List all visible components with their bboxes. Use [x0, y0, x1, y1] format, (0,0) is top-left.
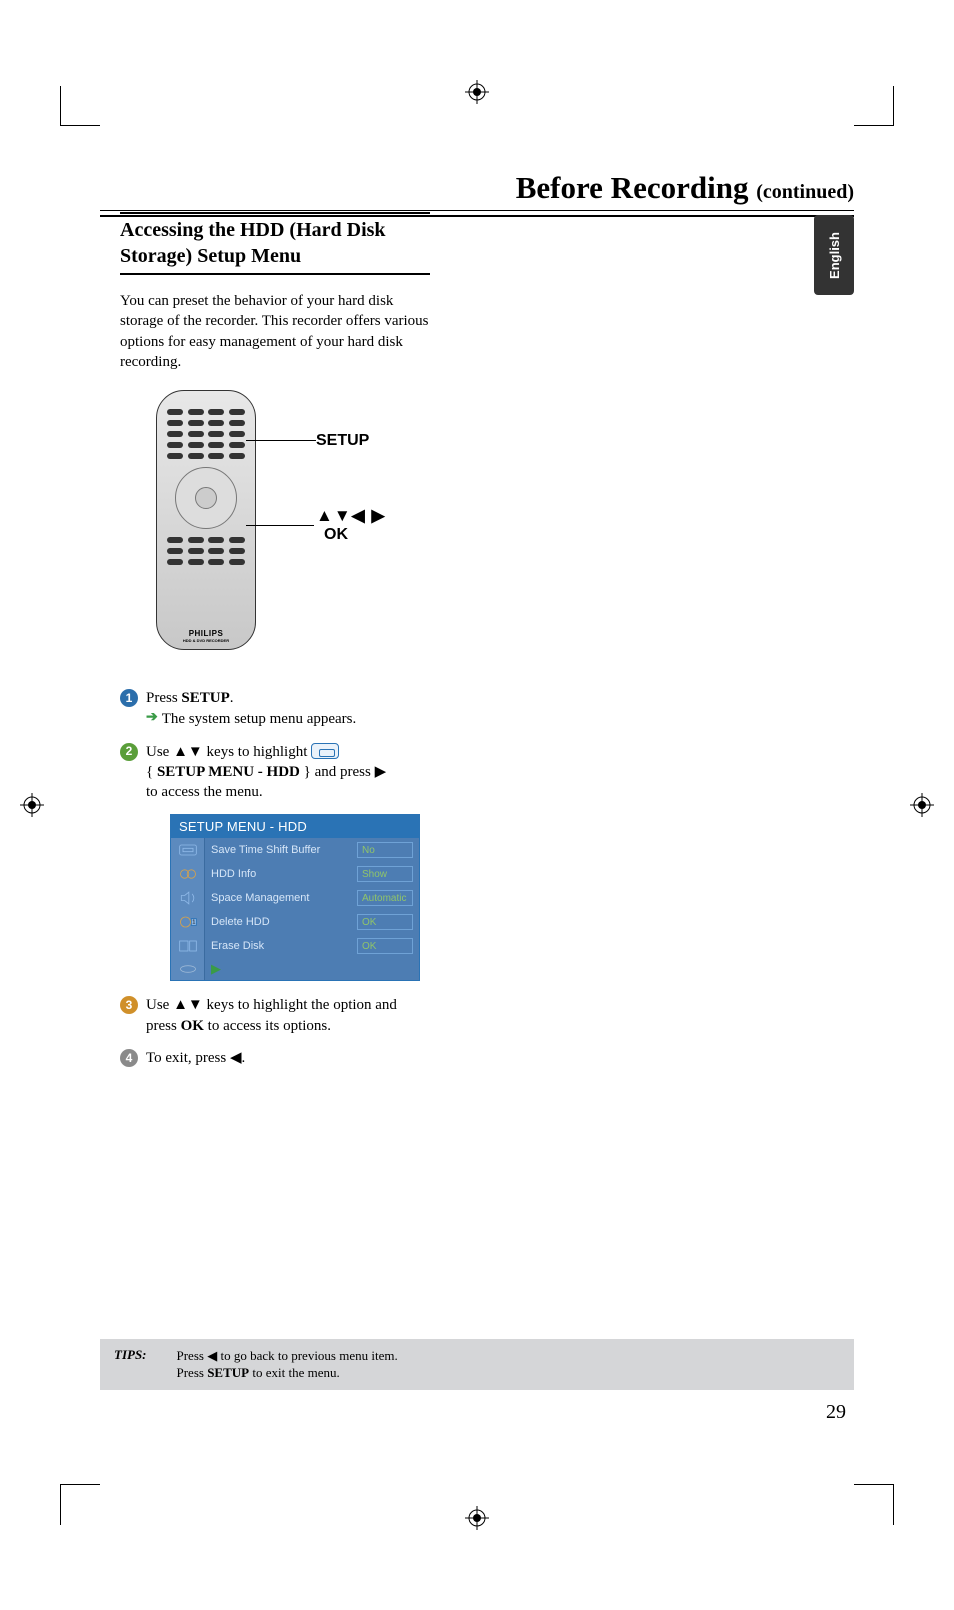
divider [100, 210, 854, 211]
section-title-suffix: (continued) [756, 181, 854, 203]
step1-text-b: . [230, 690, 234, 706]
menu-icon-disc [171, 958, 205, 980]
page-number: 29 [826, 1401, 846, 1424]
hdd-menu-icon [311, 743, 339, 759]
step-number-1: 1 [120, 689, 138, 707]
remote-label-ok: OK [324, 526, 348, 544]
remote-brand: PHILIPS HDD & DVD RECORDER [157, 629, 255, 643]
remote-body: PHILIPS HDD & DVD RECORDER [156, 390, 256, 650]
step2-brace-close: } and press [300, 764, 375, 780]
svg-text:1: 1 [192, 920, 195, 926]
crop-mark [60, 125, 100, 126]
step3-c: to access its options. [204, 1018, 331, 1034]
step4-a: To exit, press [146, 1050, 230, 1066]
step-3: 3 Use ▲▼ keys to highlight the option an… [120, 995, 430, 1036]
language-tab-label: English [827, 232, 842, 279]
setup-menu-box: SETUP MENU - HDD Save Time Shift Buffer … [170, 814, 420, 981]
tips-label: TIPS: [114, 1347, 147, 1363]
leader-line [246, 440, 316, 441]
tips-line1-a: Press [177, 1348, 208, 1363]
left-arrow-icon: ◀ [207, 1348, 217, 1363]
menu-icon-reel [171, 862, 205, 886]
step-number-3: 3 [120, 996, 138, 1014]
left-arrow-icon: ◀ [230, 1049, 242, 1066]
step1-setup: SETUP [181, 690, 229, 706]
menu-row: Erase Disk OK [171, 934, 419, 958]
step2-line3: to access the menu. [146, 782, 430, 802]
step-2: 2 Use ▲▼ keys to highlight { SETUP MENU … [120, 742, 430, 803]
remote-illustration: PHILIPS HDD & DVD RECORDER SETUP ▲▼◀ ▶ O… [156, 390, 430, 670]
left-column: Accessing the HDD (Hard Disk Storage) Se… [120, 212, 430, 1080]
right-arrow-icon: ▶ [375, 763, 387, 780]
language-tab: English [814, 215, 854, 295]
tips-text: Press ◀ to go back to previous menu item… [177, 1347, 398, 1382]
up-down-keys-icon: ▲▼ [173, 996, 203, 1013]
dpad-icon [175, 467, 237, 529]
step-number-2: 2 [120, 743, 138, 761]
menu-row: HDD Info Show [171, 862, 419, 886]
remote-brand-sub: HDD & DVD RECORDER [157, 638, 255, 643]
menu-row: 1 Delete HDD OK [171, 910, 419, 934]
registration-mark-icon [465, 1506, 489, 1530]
step4-b: . [241, 1050, 245, 1066]
registration-mark-icon [910, 793, 934, 817]
crop-mark [854, 1484, 894, 1485]
tips-line1-b: to go back to previous menu item. [217, 1348, 398, 1363]
remote-label-setup: SETUP [316, 432, 369, 450]
menu-arrow-icon: ▶ [205, 958, 419, 980]
menu-value: Show [357, 866, 413, 882]
crop-mark [854, 125, 894, 126]
menu-label: Delete HDD [205, 916, 357, 928]
intro-paragraph: You can preset the behavior of your hard… [120, 291, 430, 372]
menu-row: Space Management Automatic [171, 886, 419, 910]
registration-mark-icon [465, 80, 489, 104]
menu-label: HDD Info [205, 868, 357, 880]
step-4: 4 To exit, press ◀. [120, 1048, 430, 1068]
menu-icon-hdd [171, 838, 205, 862]
menu-value: OK [357, 938, 413, 954]
section-title-main: Before Recording [516, 170, 756, 205]
step2-menu-label: SETUP MENU - HDD [157, 764, 300, 780]
crop-mark [60, 1484, 100, 1485]
menu-row: ▶ [171, 958, 419, 980]
step2-a: Use [146, 744, 173, 760]
menu-label: Space Management [205, 892, 357, 904]
menu-title: SETUP MENU - HDD [171, 815, 419, 838]
menu-value: Automatic [357, 890, 413, 906]
tips-bar: TIPS: Press ◀ to go back to previous men… [100, 1339, 854, 1390]
subheading-wrap: Accessing the HDD (Hard Disk Storage) Se… [120, 212, 430, 275]
page-container: Before Recording (continued) English Acc… [0, 0, 954, 1610]
subheading: Accessing the HDD (Hard Disk Storage) Se… [120, 217, 430, 275]
remote-brand-text: PHILIPS [189, 629, 224, 638]
up-down-keys-icon: ▲▼ [173, 743, 203, 760]
step1-result: The system setup menu appears. [162, 709, 357, 729]
menu-icon-tuner: 1 [171, 910, 205, 934]
step2-brace-open: { [146, 764, 157, 780]
remote-label-arrows: ▲▼◀ ▶ [316, 506, 386, 526]
registration-mark-icon [20, 793, 44, 817]
leader-line [246, 525, 314, 526]
step-number-4: 4 [120, 1049, 138, 1067]
tips-line2-a: Press [177, 1365, 208, 1380]
menu-icon-sound [171, 886, 205, 910]
step3-ok: OK [181, 1018, 204, 1034]
tips-line2-setup: SETUP [207, 1365, 249, 1380]
step2-b: keys to highlight [203, 744, 311, 760]
menu-row: Save Time Shift Buffer No [171, 838, 419, 862]
tips-line2-b: to exit the menu. [249, 1365, 340, 1380]
ok-button-icon [195, 487, 217, 509]
step3-a: Use [146, 997, 173, 1013]
menu-label: Erase Disk [205, 940, 357, 952]
step-1: 1 Press SETUP. ➔ The system setup menu a… [120, 688, 430, 730]
content-area: Before Recording (continued) English Acc… [100, 150, 854, 1460]
section-title: Before Recording (continued) [100, 170, 854, 206]
menu-value: OK [357, 914, 413, 930]
step1-text-a: Press [146, 690, 181, 706]
arrow-right-icon: ➔ [146, 709, 158, 728]
menu-icon-video [171, 934, 205, 958]
menu-value: No [357, 842, 413, 858]
menu-label: Save Time Shift Buffer [205, 844, 357, 856]
